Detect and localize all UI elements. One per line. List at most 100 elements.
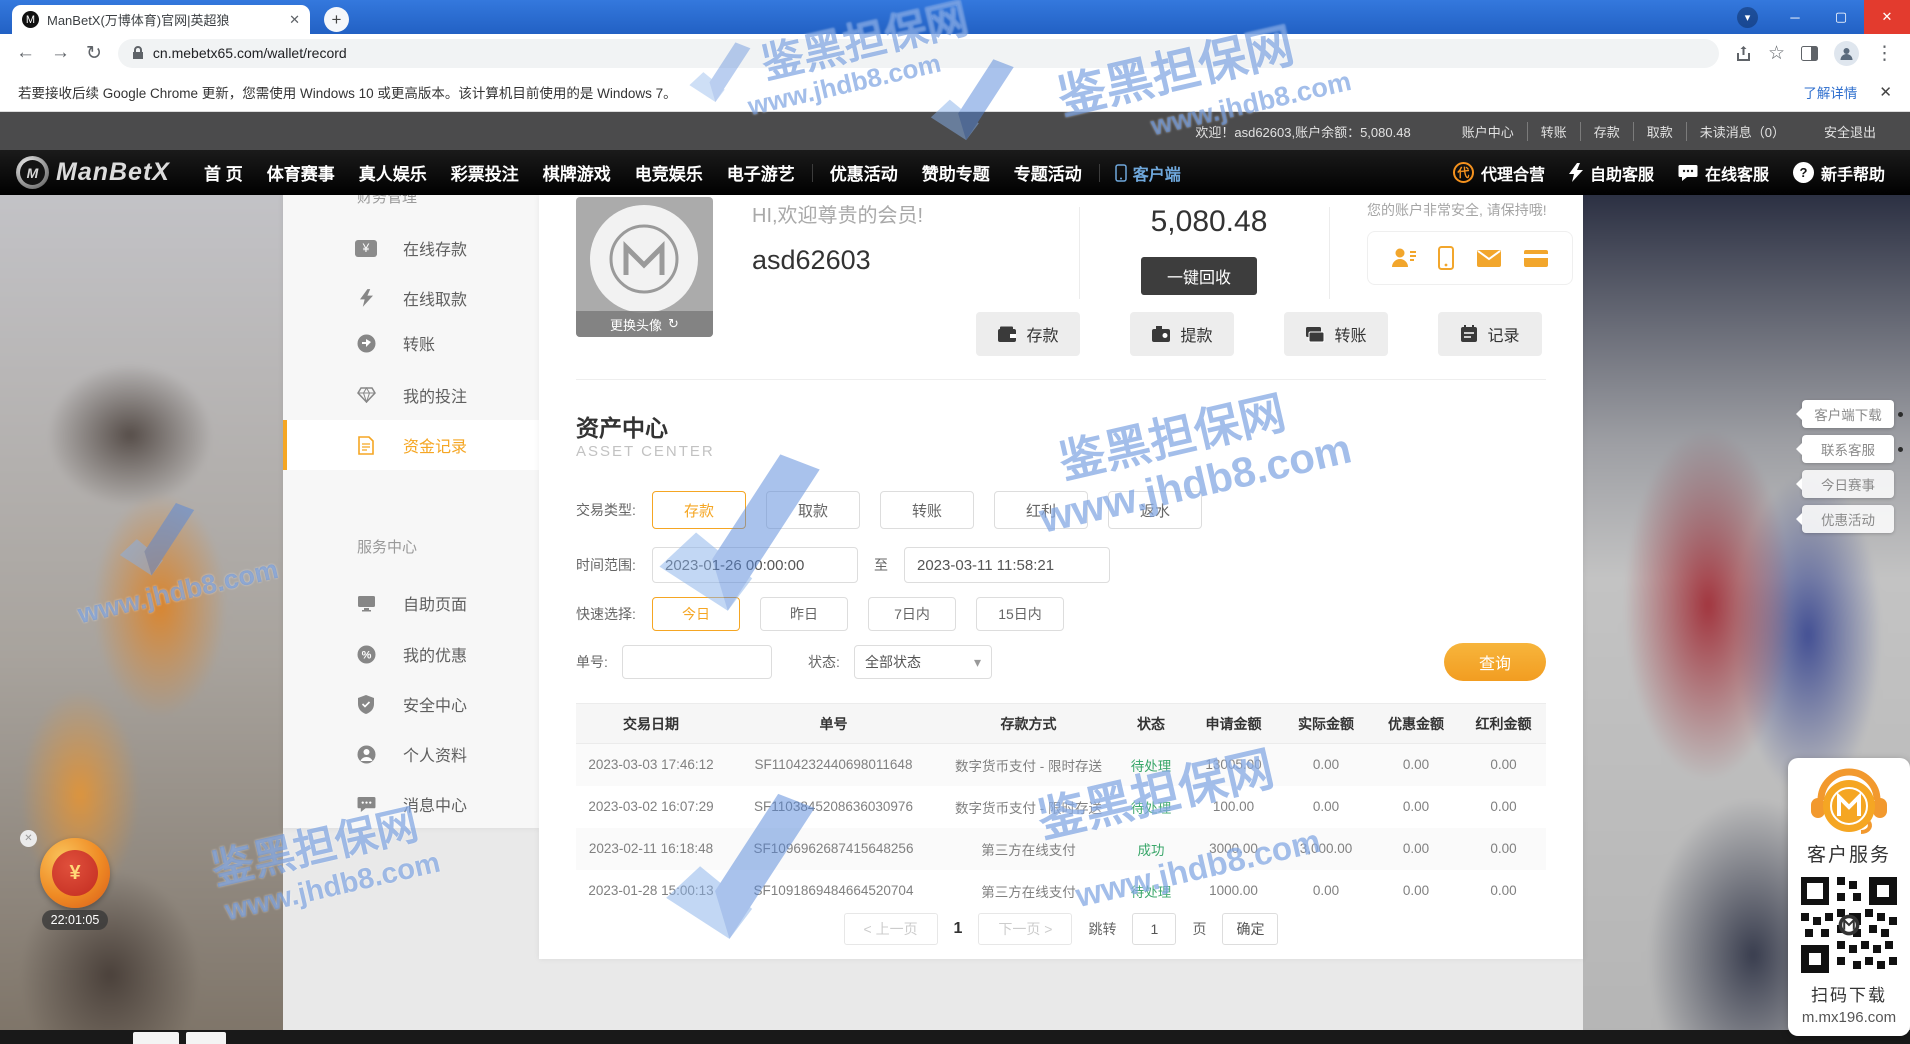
records-button[interactable]: 记录 [1438, 312, 1542, 356]
type-bonus-button[interactable]: 红利 [994, 491, 1088, 529]
quick-7days-button[interactable]: 7日内 [868, 597, 956, 631]
side-tab-contact-support[interactable]: 联系客服 [1802, 435, 1894, 463]
nav-home[interactable]: 首 页 [192, 160, 255, 185]
side-panel-icon[interactable] [1801, 46, 1818, 61]
one-key-recycle-button[interactable]: 一键回收 [1141, 257, 1257, 295]
status-select[interactable]: 全部状态 ▾ [854, 645, 992, 679]
order-label: 单号: [576, 652, 622, 672]
sidebar-item-online-withdraw[interactable]: 在线取款 [283, 273, 539, 323]
nav-beginner-help[interactable]: ? 新手帮助 [1784, 161, 1894, 185]
monitor-icon [355, 595, 377, 612]
unread-messages-link[interactable]: 未读消息（0） [1687, 122, 1798, 141]
col-discount: 优惠金额 [1371, 704, 1461, 744]
new-tab-button[interactable]: + [324, 7, 349, 32]
reload-button[interactable]: ↻ [86, 42, 102, 65]
order-number-input[interactable] [622, 645, 772, 679]
confirm-jump-button[interactable]: 确定 [1222, 913, 1278, 945]
nav-sponsorship[interactable]: 赞助专题 [910, 160, 1002, 185]
promo-close-icon[interactable]: ✕ [20, 830, 37, 847]
back-button[interactable]: ← [16, 42, 35, 64]
share-icon[interactable] [1735, 45, 1752, 62]
sidebar-item-messages[interactable]: 消息中心 [283, 779, 539, 828]
window-maximize-button[interactable]: ▢ [1818, 0, 1864, 34]
cards-icon [1305, 326, 1325, 343]
nav-live-casino[interactable]: 真人娱乐 [347, 160, 439, 185]
profile-verified-icon[interactable] [1391, 246, 1417, 270]
brand-logo[interactable]: M ManBetX [16, 156, 170, 189]
date-to-input[interactable] [904, 547, 1110, 583]
sidebar-item-online-deposit[interactable]: ¥ 在线存款 [283, 223, 539, 273]
nav-online-support[interactable]: 在线客服 [1669, 161, 1778, 185]
sidebar-item-security-center[interactable]: 安全中心 [283, 679, 539, 729]
transaction-type-filter: 交易类型: 存款 取款 转账 红利 返水 [576, 491, 1222, 529]
withdraw-link[interactable]: 取款 [1634, 122, 1687, 141]
nav-sports[interactable]: 体育赛事 [255, 160, 347, 185]
nav-specials[interactable]: 专题活动 [1002, 160, 1094, 185]
date-from-input[interactable] [652, 547, 858, 583]
bookmark-star-icon[interactable]: ☆ [1768, 42, 1785, 65]
side-tab-today-matches[interactable]: 今日赛事 [1802, 470, 1894, 498]
browser-tab[interactable]: M ManBetX(万博体育)官网|英超狼 ✕ [12, 5, 310, 34]
nav-promotions[interactable]: 优惠活动 [818, 160, 910, 185]
nav-lottery[interactable]: 彩票投注 [439, 160, 531, 185]
notice-text: 若要接收后续 Google Chrome 更新，您需使用 Windows 10 … [18, 82, 677, 102]
nav-self-service[interactable]: 自助客服 [1560, 161, 1663, 185]
jump-page-input[interactable] [1132, 913, 1176, 945]
type-withdraw-button[interactable]: 取款 [766, 491, 860, 529]
window-minimize-button[interactable]: ─ [1772, 0, 1818, 34]
transfer-button[interactable]: 转账 [1284, 312, 1388, 356]
nav-divider [1099, 164, 1100, 182]
forward-button[interactable]: → [51, 42, 70, 64]
sidebar-item-my-bets[interactable]: 我的投注 [283, 370, 539, 420]
promo-widget[interactable]: ¥ [40, 838, 110, 908]
email-verified-icon[interactable] [1476, 249, 1502, 268]
deposit-link[interactable]: 存款 [1581, 122, 1634, 141]
withdraw-button[interactable]: 提款 [1130, 312, 1234, 356]
bank-card-icon[interactable] [1523, 249, 1549, 268]
divider [1329, 207, 1330, 299]
phone-verified-icon[interactable] [1438, 246, 1454, 270]
site-favicon-icon: M [22, 11, 39, 28]
browser-menu-icon[interactable]: ⋮ [1875, 42, 1894, 65]
prev-page-button[interactable]: < 上一页 [844, 913, 938, 945]
nav-client-app[interactable]: 客户端 [1105, 161, 1191, 185]
sidebar-item-self-service[interactable]: 自助页面 [283, 578, 539, 628]
quick-yesterday-button[interactable]: 昨日 [760, 597, 848, 631]
side-tab-promotions[interactable]: 优惠活动 [1802, 505, 1894, 533]
window-close-button[interactable]: ✕ [1864, 0, 1910, 34]
quick-today-button[interactable]: 今日 [652, 597, 740, 631]
nav-agent[interactable]: 代 代理合营 [1444, 161, 1554, 185]
deposit-button[interactable]: 存款 [976, 312, 1080, 356]
current-page: 1 [954, 920, 963, 938]
sidebar-item-my-promos[interactable]: % 我的优惠 [283, 629, 539, 679]
nav-board-games[interactable]: 棋牌游戏 [531, 160, 623, 185]
sidebar: 财务管理 ¥ 在线存款 在线取款 转账 我的投注 资金记录 服务中心 自助页面 … [283, 195, 539, 828]
side-tab-client-download[interactable]: 客户端下载 [1802, 400, 1894, 428]
type-rebate-button[interactable]: 返水 [1108, 491, 1202, 529]
agent-icon: 代 [1453, 162, 1474, 183]
sidebar-item-fund-records[interactable]: 资金记录 [283, 420, 539, 470]
notice-close-icon[interactable]: ✕ [1879, 83, 1892, 101]
tab-search-chevron-icon[interactable]: ▾ [1737, 7, 1758, 28]
customer-service-panel: 客户服务 扫码下载 m.mx196.com [1788, 758, 1910, 1036]
next-page-button[interactable]: 下一页 > [978, 913, 1072, 945]
nav-esports[interactable]: 电竞娱乐 [623, 160, 715, 185]
sidebar-item-profile[interactable]: 个人资料 [283, 729, 539, 779]
account-center-link[interactable]: 账户中心 [1449, 122, 1528, 141]
learn-more-link[interactable]: 了解详情 [1803, 82, 1857, 102]
main-nav: M ManBetX 首 页 体育赛事 真人娱乐 彩票投注 棋牌游戏 电竞娱乐 电… [0, 150, 1910, 195]
quick-15days-button[interactable]: 15日内 [976, 597, 1064, 631]
change-avatar-button[interactable]: 更换头像↻ [576, 311, 713, 337]
lock-icon [132, 46, 144, 60]
address-bar[interactable]: cn.mebetx65.com/wallet/record [118, 39, 1719, 68]
type-deposit-button[interactable]: 存款 [652, 491, 746, 529]
user-avatar: 更换头像↻ [576, 197, 713, 337]
nav-slots[interactable]: 电子游艺 [715, 160, 807, 185]
tab-close-icon[interactable]: ✕ [289, 12, 300, 28]
sidebar-item-transfer[interactable]: 转账 [283, 318, 539, 368]
type-transfer-button[interactable]: 转账 [880, 491, 974, 529]
transfer-link[interactable]: 转账 [1528, 122, 1581, 141]
profile-avatar[interactable] [1834, 41, 1859, 66]
search-button[interactable]: 查询 [1444, 643, 1546, 681]
logout-link[interactable]: 安全退出 [1824, 122, 1876, 141]
